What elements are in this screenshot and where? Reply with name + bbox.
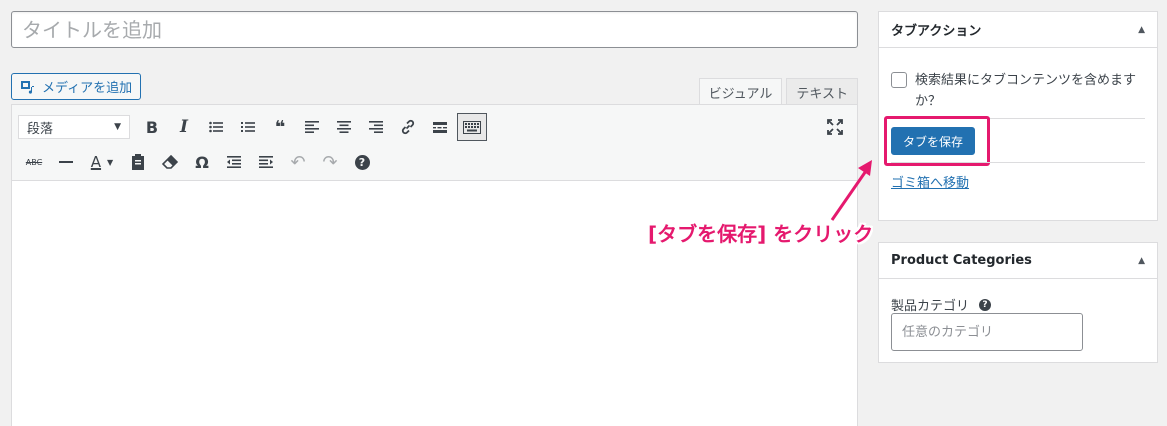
align-center-button[interactable]	[328, 113, 360, 141]
strikethrough-icon: ABC	[25, 157, 43, 167]
link-button[interactable]	[392, 113, 424, 141]
post-title-input[interactable]	[11, 11, 858, 48]
media-icon	[20, 79, 36, 95]
tab-action-box: タブアクション ▲ 検索結果にタブコンテンツを含めますか？ タブを保存 ゴミ箱へ…	[878, 11, 1158, 221]
format-select-value: 段落	[27, 121, 54, 137]
strikethrough-button[interactable]: ABC	[18, 148, 50, 176]
fullscreen-button[interactable]	[823, 115, 847, 139]
horizontal-line-button[interactable]	[50, 148, 82, 176]
toolbar-toggle-button[interactable]	[457, 113, 487, 141]
add-media-button[interactable]: メディアを追加	[11, 73, 142, 100]
chevron-down-icon: ▼	[107, 157, 114, 167]
divider	[891, 162, 1145, 163]
undo-button[interactable]: ↶	[282, 148, 314, 176]
align-left-button[interactable]	[296, 113, 328, 141]
indent-icon	[259, 156, 273, 168]
clipboard-icon	[132, 154, 144, 170]
bold-button[interactable]: B	[136, 113, 168, 141]
text-color-button[interactable]: A ▼	[82, 148, 122, 176]
bullet-list-button[interactable]	[200, 113, 232, 141]
horizontal-line-icon	[59, 161, 73, 163]
outdent-button[interactable]	[218, 148, 250, 176]
blockquote-icon: ❝	[274, 116, 286, 138]
editor-tabs: ビジュアル テキスト	[698, 78, 858, 106]
blockquote-button[interactable]: ❝	[264, 113, 296, 141]
save-tab-button[interactable]: タブを保存	[891, 127, 976, 155]
numbered-list-button[interactable]	[232, 113, 264, 141]
indent-button[interactable]	[250, 148, 282, 176]
editor-toolbar: 段落 ▼ B I ❝ ABC A ▼ Ω ↶ ↷ ?	[12, 105, 857, 181]
format-select[interactable]: 段落 ▼	[18, 115, 130, 139]
clear-formatting-button[interactable]	[154, 148, 186, 176]
numbered-list-icon	[241, 122, 255, 132]
align-center-icon	[337, 121, 351, 133]
italic-button[interactable]: I	[168, 113, 200, 141]
align-left-icon	[305, 121, 319, 133]
toolbar-row-1: 段落 ▼ B I ❝	[18, 113, 488, 141]
bold-icon: B	[145, 117, 159, 137]
redo-icon: ↷	[322, 151, 338, 173]
italic-icon: I	[180, 117, 188, 137]
content-editor: 段落 ▼ B I ❝ ABC A ▼ Ω ↶ ↷ ?	[11, 104, 858, 426]
redo-button[interactable]: ↷	[314, 148, 346, 176]
product-categories-header[interactable]: Product Categories ▲	[879, 243, 1157, 279]
search-include-label: 検索結果にタブコンテンツを含めますか？	[915, 73, 1137, 109]
eraser-icon	[162, 155, 178, 169]
category-field-label: 製品カテゴリ ?	[891, 295, 992, 314]
collapse-icon: ▲	[1138, 24, 1145, 35]
search-include-checkbox[interactable]	[891, 72, 907, 88]
read-more-icon	[433, 122, 447, 133]
paste-text-button[interactable]	[122, 148, 154, 176]
chevron-down-icon: ▼	[114, 122, 121, 132]
bullet-list-icon	[209, 121, 223, 133]
toolbar-row-2: ABC A ▼ Ω ↶ ↷ ?	[18, 148, 378, 176]
move-to-trash-link[interactable]: ゴミ箱へ移動	[891, 172, 969, 191]
outdent-icon	[227, 156, 241, 168]
text-color-icon: A	[90, 153, 102, 171]
keyboard-shortcuts-button[interactable]: ?	[346, 148, 378, 176]
help-icon[interactable]: ?	[979, 298, 992, 311]
divider	[891, 118, 1145, 119]
tab-action-header[interactable]: タブアクション ▲	[879, 12, 1157, 48]
help-icon: ?	[354, 154, 370, 170]
collapse-icon: ▲	[1138, 255, 1145, 266]
category-input[interactable]	[891, 313, 1083, 351]
tab-text[interactable]: テキスト	[786, 78, 858, 105]
add-media-label: メディアを追加	[42, 81, 133, 96]
undo-icon: ↶	[290, 151, 306, 173]
keyboard-icon	[463, 120, 481, 134]
product-categories-title: Product Categories	[891, 253, 1032, 268]
tab-visual[interactable]: ビジュアル	[698, 78, 783, 106]
link-icon	[401, 119, 415, 135]
align-right-button[interactable]	[360, 113, 392, 141]
search-include-option: 検索結果にタブコンテンツを含めますか？	[891, 70, 1147, 112]
read-more-button[interactable]	[424, 113, 456, 141]
fullscreen-icon	[827, 119, 843, 135]
product-categories-box: Product Categories ▲ 製品カテゴリ ?	[878, 242, 1158, 363]
tab-action-title: タブアクション	[891, 24, 982, 39]
category-label-text: 製品カテゴリ	[891, 299, 970, 314]
annotation-text: [タブを保存] をクリック	[648, 222, 874, 246]
omega-icon: Ω	[195, 152, 209, 172]
special-character-button[interactable]: Ω	[186, 148, 218, 176]
align-right-icon	[369, 121, 383, 133]
